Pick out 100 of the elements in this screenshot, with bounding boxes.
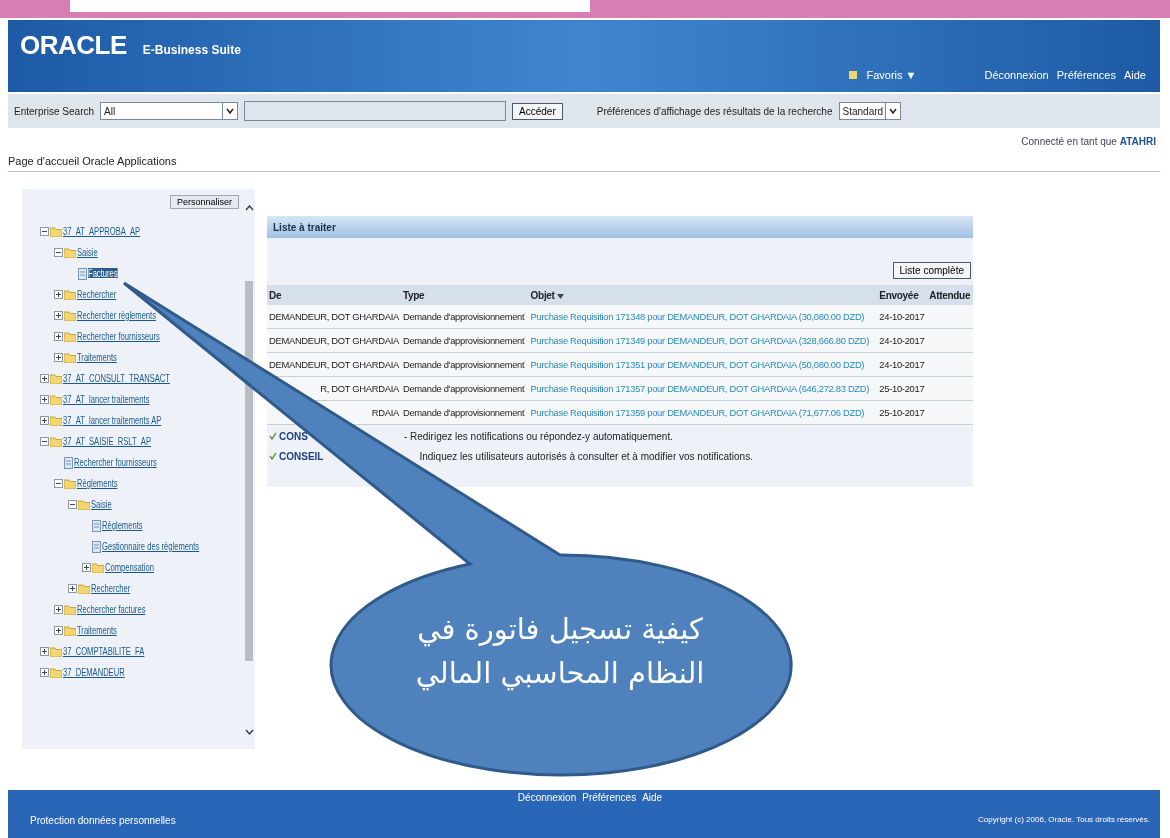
header-link[interactable]: Déconnexion bbox=[984, 69, 1049, 81]
table-cell: Demande d'approvisionnement bbox=[402, 359, 525, 370]
minus-icon[interactable] bbox=[40, 227, 49, 236]
tree-item[interactable]: Gestionnaire des règlements bbox=[102, 541, 200, 552]
minus-icon[interactable] bbox=[54, 248, 63, 257]
tree-item[interactable]: Saisie bbox=[77, 247, 98, 258]
tree-item[interactable]: 37_AT_lancer traitements bbox=[63, 394, 150, 405]
table-cell: R, DOT GHARDAIA bbox=[320, 383, 399, 394]
full-list-button[interactable]: Liste complète bbox=[892, 262, 971, 279]
tree-item[interactable]: Compensation bbox=[105, 562, 154, 573]
folder-icon bbox=[50, 373, 62, 384]
search-field[interactable] bbox=[244, 101, 507, 121]
table-cell: DEMANDEUR, DOT GHARDAIA bbox=[269, 311, 399, 322]
table-cell: 24-10-2017 bbox=[879, 359, 925, 370]
callout-text: كيفية تسجيل فاتورة في bbox=[417, 611, 703, 649]
personalize-button[interactable]: Personnaliser bbox=[169, 195, 239, 209]
favorites-menu[interactable]: Favoris ▼ bbox=[866, 69, 917, 81]
callout-text: النظام المحاسبي المالي bbox=[415, 654, 705, 693]
column-header: Type bbox=[402, 289, 425, 301]
preferences-select[interactable]: Standard bbox=[838, 102, 901, 120]
tree-item[interactable]: Saisie bbox=[91, 499, 112, 510]
folder-icon bbox=[64, 331, 76, 342]
page-icon bbox=[92, 519, 101, 532]
tip-text: - Redirigez les notifications ou répondez-y automatiquement. bbox=[403, 430, 673, 442]
check-icon bbox=[269, 452, 277, 460]
plus-icon[interactable] bbox=[40, 374, 49, 383]
scroll-up-icon[interactable] bbox=[244, 205, 254, 211]
plus-icon[interactable] bbox=[40, 668, 49, 677]
plus-icon[interactable] bbox=[54, 605, 63, 614]
tree-item[interactable]: 37_AT_APPROBA_AP bbox=[63, 226, 141, 237]
tree-item[interactable]: Rechercher fournisseurs bbox=[77, 331, 160, 342]
scope-select[interactable]: All bbox=[100, 102, 239, 120]
folder-icon bbox=[50, 646, 62, 657]
folder-icon bbox=[50, 436, 62, 447]
footer-link[interactable]: Préférences bbox=[582, 792, 637, 803]
column-header[interactable]: Objet bbox=[530, 289, 555, 301]
page-title: Page d'accueil Oracle Applications bbox=[8, 155, 177, 167]
footer-link[interactable]: Déconnexion bbox=[517, 792, 577, 803]
tip-text: Indiquez les utilisateurs autorisés à consulter et à modifier vos notifications. bbox=[419, 450, 753, 462]
plus-icon[interactable] bbox=[68, 584, 77, 593]
column-header: Envoyée bbox=[879, 289, 919, 301]
table-cell: 25-10-2017 bbox=[879, 407, 925, 418]
go-button[interactable]: Accéder bbox=[512, 102, 563, 120]
plus-icon[interactable] bbox=[54, 626, 63, 635]
check-icon bbox=[269, 432, 277, 440]
folder-icon bbox=[50, 226, 62, 237]
folder-icon bbox=[64, 625, 76, 636]
tree-item[interactable]: Rechercher bbox=[77, 289, 117, 300]
table-cell: 25-10-2017 bbox=[879, 383, 925, 394]
header-link[interactable]: Préférences bbox=[1056, 69, 1116, 81]
table-cell: DEMANDEUR, DOT GHARDAIA bbox=[269, 359, 399, 370]
tree-item[interactable]: Règlements bbox=[102, 520, 143, 531]
tree-item[interactable]: Rechercher bbox=[91, 583, 131, 594]
folder-icon bbox=[78, 583, 90, 594]
preferences-label: Préférences d'affichage des résultats de la recherche bbox=[596, 105, 833, 117]
plus-icon[interactable] bbox=[40, 416, 49, 425]
tree-item[interactable]: Traitements bbox=[77, 625, 117, 636]
minus-icon[interactable] bbox=[54, 479, 63, 488]
plus-icon[interactable] bbox=[40, 647, 49, 656]
tree-item[interactable]: 37_AT_CONSULT_TRANSACT bbox=[63, 373, 170, 384]
plus-icon[interactable] bbox=[54, 332, 63, 341]
privacy-link[interactable]: Protection données personnelles bbox=[30, 815, 176, 826]
folder-icon bbox=[64, 310, 76, 321]
tree-item[interactable]: Rechercher règlements bbox=[77, 310, 156, 321]
tree-item[interactable]: Traitements bbox=[77, 352, 117, 363]
minus-icon[interactable] bbox=[68, 500, 77, 509]
product-name: E-Business Suite bbox=[142, 43, 241, 57]
scroll-down-icon[interactable] bbox=[244, 729, 254, 735]
folder-icon bbox=[50, 394, 62, 405]
header-link[interactable]: Aide bbox=[1123, 69, 1146, 81]
folder-icon bbox=[78, 499, 90, 510]
page-icon bbox=[92, 540, 101, 553]
plus-icon[interactable] bbox=[82, 563, 91, 572]
folder-icon bbox=[92, 562, 104, 573]
tree-item[interactable]: 37_AT_lancer traitements AP bbox=[63, 415, 162, 426]
tree-item[interactable]: Règlements bbox=[77, 478, 118, 489]
plus-icon[interactable] bbox=[54, 290, 63, 299]
tip-label: CONSEIL bbox=[279, 450, 324, 462]
plus-icon[interactable] bbox=[54, 311, 63, 320]
table-cell: Demande d'approvisionnement bbox=[402, 383, 525, 394]
minus-icon[interactable] bbox=[40, 437, 49, 446]
user-name: ATAHRI bbox=[1119, 136, 1156, 147]
table-cell: 24-10-2017 bbox=[879, 311, 925, 322]
sort-icon[interactable] bbox=[557, 293, 565, 299]
tree-item[interactable]: 37_AT_SAISIE_RSLT_AP bbox=[63, 436, 151, 447]
tree-item[interactable]: 37_DEMANDEUR bbox=[63, 667, 125, 678]
folder-icon bbox=[64, 352, 76, 363]
table-cell: DEMANDEUR, DOT GHARDAIA bbox=[269, 335, 399, 346]
tree-item[interactable]: 37_COMPTABILITE_FA bbox=[63, 646, 145, 657]
folder-icon bbox=[64, 247, 76, 258]
plus-icon[interactable] bbox=[54, 353, 63, 362]
scrollbar-thumb[interactable] bbox=[245, 281, 253, 661]
column-header: De bbox=[269, 289, 282, 301]
tree-item[interactable]: Rechercher factures bbox=[77, 604, 146, 615]
tree-item[interactable]: Rechercher fournisseurs bbox=[74, 457, 157, 468]
tree-item[interactable]: Factures bbox=[88, 268, 118, 279]
folder-icon bbox=[64, 604, 76, 615]
table-cell: Demande d'approvisionnement bbox=[402, 335, 525, 346]
footer-link[interactable]: Aide bbox=[642, 792, 663, 803]
plus-icon[interactable] bbox=[40, 395, 49, 404]
